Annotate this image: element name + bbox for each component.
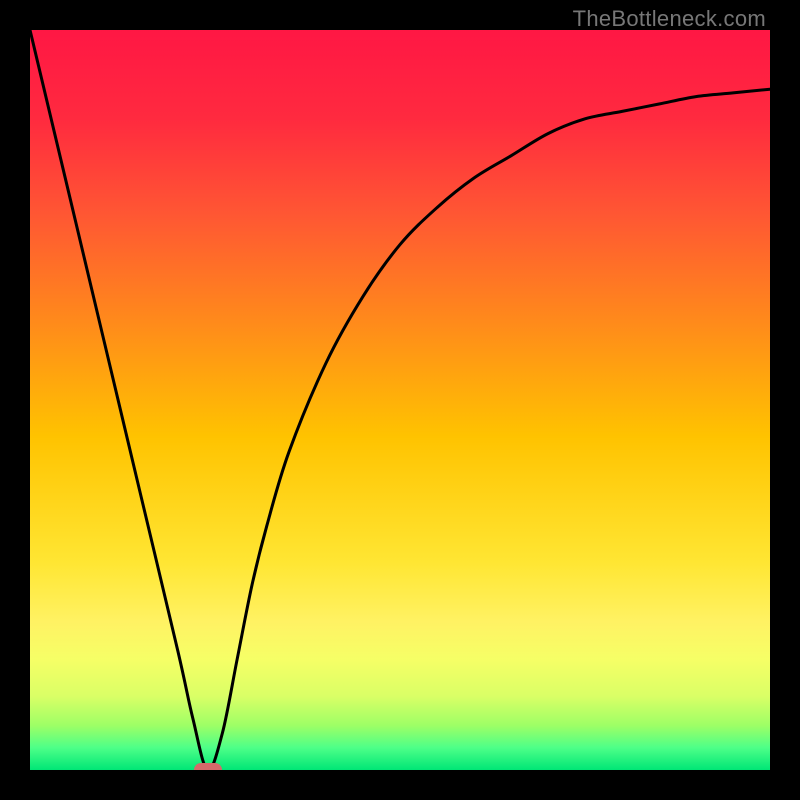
plot-area (30, 30, 770, 770)
bottleneck-curve (30, 30, 770, 770)
watermark-text: TheBottleneck.com (573, 6, 766, 32)
minimum-marker (194, 763, 222, 770)
chart-frame: TheBottleneck.com (0, 0, 800, 800)
